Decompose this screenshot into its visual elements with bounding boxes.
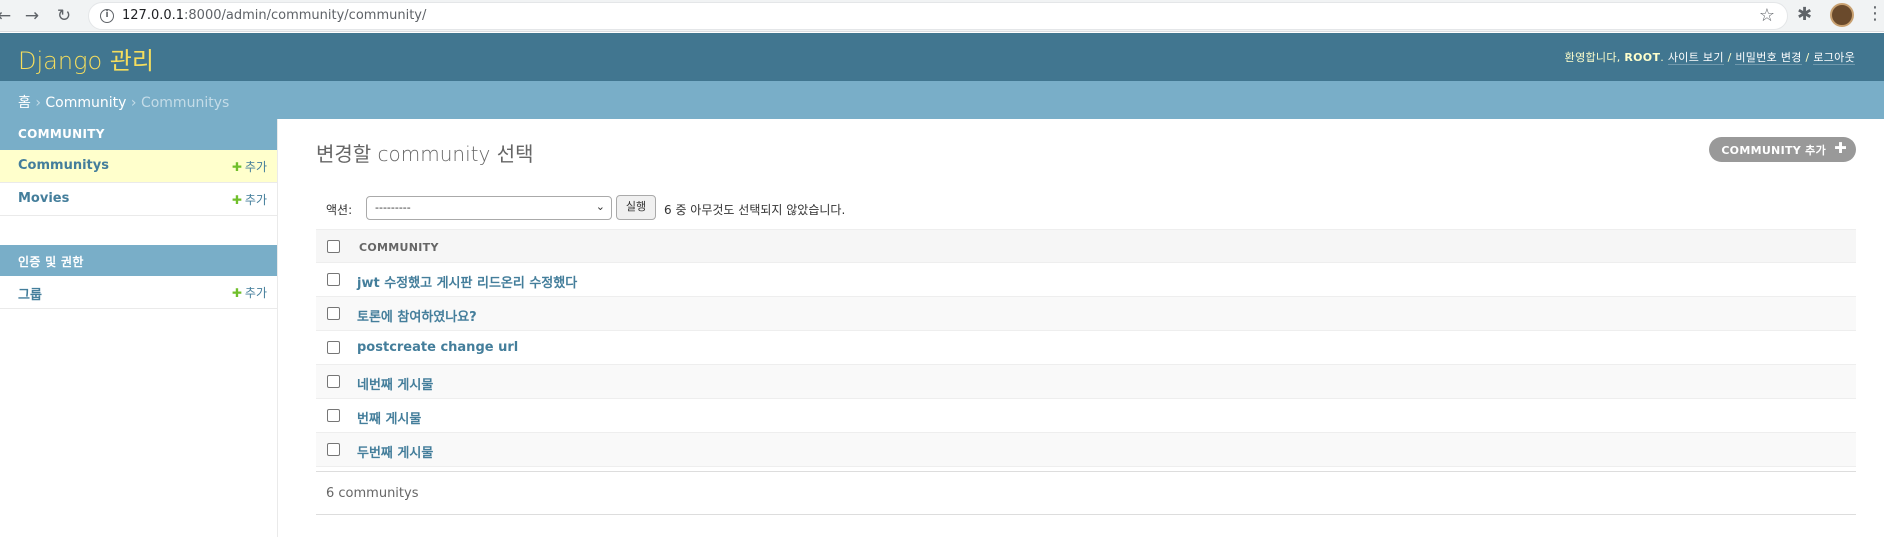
- row-checkbox[interactable]: [327, 341, 340, 354]
- logout-link[interactable]: 로그아웃: [1813, 51, 1855, 65]
- menu-kebab-icon[interactable]: ⋮: [1866, 3, 1884, 24]
- module-caption-community[interactable]: COMMUNITY: [0, 119, 277, 150]
- add-plus-icon: ✚: [231, 286, 242, 300]
- selection-counter: 6 중 아무것도 선택되지 않았습니다.: [664, 203, 846, 217]
- breadcrumb-separator: ›: [130, 95, 137, 111]
- address-bar[interactable]: i 127.0.0.1:8000/admin/community/communi…: [88, 2, 1788, 30]
- browser-toolbar: ← → ↻ i 127.0.0.1:8000/admin/community/c…: [0, 0, 1884, 32]
- module-spacer: [0, 216, 277, 245]
- add-label: 추가: [244, 286, 267, 300]
- url-path: :8000/admin/community/community/: [184, 8, 427, 23]
- table-header: COMMUNITY: [316, 229, 1856, 263]
- url-host: 127.0.0.1: [122, 8, 185, 23]
- plus-icon: ✚: [1834, 139, 1847, 157]
- row-checkbox[interactable]: [327, 307, 340, 320]
- sidebar-item-label[interactable]: Communitys: [18, 158, 109, 173]
- chevron-down-icon: ⌄: [595, 200, 605, 213]
- breadcrumb-separator: ›: [35, 95, 41, 111]
- row-checkbox[interactable]: [327, 409, 340, 422]
- table-row: jwt 수정했고 게시판 리드온리 수정했다: [316, 263, 1856, 297]
- table-row: 토론에 참여하였나요?: [316, 297, 1856, 331]
- paginator: 6 communitys: [316, 471, 1856, 515]
- action-select[interactable]: --------- ⌄: [366, 196, 612, 220]
- extensions-icon[interactable]: ✱: [1797, 4, 1812, 25]
- action-label: 액션:: [326, 203, 353, 217]
- row-link[interactable]: 토론에 참여하였나요?: [357, 306, 477, 325]
- sidebar-item-movies: Movies ✚ 추가: [0, 183, 277, 216]
- row-link[interactable]: 번째 게시물: [357, 408, 421, 427]
- add-communitys-link[interactable]: ✚ 추가: [232, 158, 267, 175]
- nav-sidebar: COMMUNITY Communitys ✚ 추가 Movies ✚ 추가 인증 및…: [0, 119, 278, 537]
- view-site-link[interactable]: 사이트 보기: [1667, 51, 1724, 65]
- breadcrumb-app[interactable]: Community: [45, 95, 126, 111]
- separator: /: [1727, 51, 1732, 64]
- add-community-label: COMMUNITY 추가: [1721, 144, 1826, 157]
- actions-bar: 액션: --------- ⌄ 실행 6 중 아무것도 선택되지 않았습니다.: [316, 193, 1856, 225]
- reload-icon[interactable]: ↻: [52, 4, 76, 28]
- table-row: 두번째 게시물: [316, 433, 1856, 467]
- site-info-icon[interactable]: i: [100, 9, 114, 23]
- sidebar-item-groups: 그룹 ✚ 추가: [0, 276, 277, 309]
- add-label: 추가: [244, 160, 267, 174]
- result-list: COMMUNITY jwt 수정했고 게시판 리드온리 수정했다 토론에 참여하…: [316, 229, 1856, 467]
- table-row: postcreate change url: [316, 331, 1856, 365]
- module-caption-auth[interactable]: 인증 및 권한: [0, 245, 277, 276]
- add-label: 추가: [244, 193, 267, 207]
- separator: /: [1805, 51, 1810, 64]
- change-password-link[interactable]: 비밀번호 변경: [1735, 51, 1802, 65]
- row-checkbox[interactable]: [327, 443, 340, 456]
- breadcrumb-current: Communitys: [140, 95, 230, 111]
- row-checkbox[interactable]: [327, 273, 340, 286]
- sidebar-item-communitys: Communitys ✚ 추가: [0, 150, 277, 183]
- row-link[interactable]: 두번째 게시물: [357, 442, 433, 461]
- profile-avatar[interactable]: [1830, 3, 1854, 27]
- add-groups-link[interactable]: ✚ 추가: [232, 284, 267, 301]
- sidebar-item-label[interactable]: 그룹: [18, 284, 42, 303]
- page-title: 변경할 community 선택: [316, 142, 534, 166]
- bookmark-star-icon[interactable]: ☆: [1759, 5, 1775, 26]
- add-plus-icon: ✚: [231, 160, 242, 174]
- add-plus-icon: ✚: [231, 193, 242, 207]
- forward-icon[interactable]: →: [20, 4, 44, 28]
- username: ROOT: [1624, 51, 1661, 64]
- action-select-value: ---------: [375, 201, 411, 214]
- add-movies-link[interactable]: ✚ 추가: [232, 191, 267, 208]
- row-link[interactable]: jwt 수정했고 게시판 리드온리 수정했다: [357, 272, 577, 291]
- welcome-text: 환영합니다,: [1564, 51, 1621, 64]
- back-icon[interactable]: ←: [0, 4, 16, 28]
- sidebar-item-label[interactable]: Movies: [18, 191, 69, 206]
- add-community-button[interactable]: COMMUNITY 추가 ✚: [1709, 137, 1856, 162]
- row-link[interactable]: postcreate change url: [357, 340, 518, 355]
- url-text: 127.0.0.1:8000/admin/community/community…: [122, 8, 426, 23]
- select-all-checkbox[interactable]: [327, 240, 340, 253]
- user-tools: 환영합니다, ROOT. 사이트 보기 / 비밀번호 변경 / 로그아웃: [1564, 51, 1855, 65]
- column-header-community[interactable]: COMMUNITY: [359, 241, 439, 254]
- table-row: 네번째 게시물: [316, 365, 1856, 399]
- run-action-button[interactable]: 실행: [616, 195, 656, 220]
- row-link[interactable]: 네번째 게시물: [357, 374, 433, 393]
- table-row: 번째 게시물: [316, 399, 1856, 433]
- breadcrumb-home[interactable]: 홈: [18, 95, 31, 111]
- breadcrumb: 홈 › Community › Communitys: [0, 81, 1884, 119]
- row-checkbox[interactable]: [327, 375, 340, 388]
- site-branding[interactable]: Django 관리: [18, 41, 154, 76]
- admin-header: Django 관리 환영합니다, ROOT. 사이트 보기 / 비밀번호 변경 …: [0, 33, 1884, 81]
